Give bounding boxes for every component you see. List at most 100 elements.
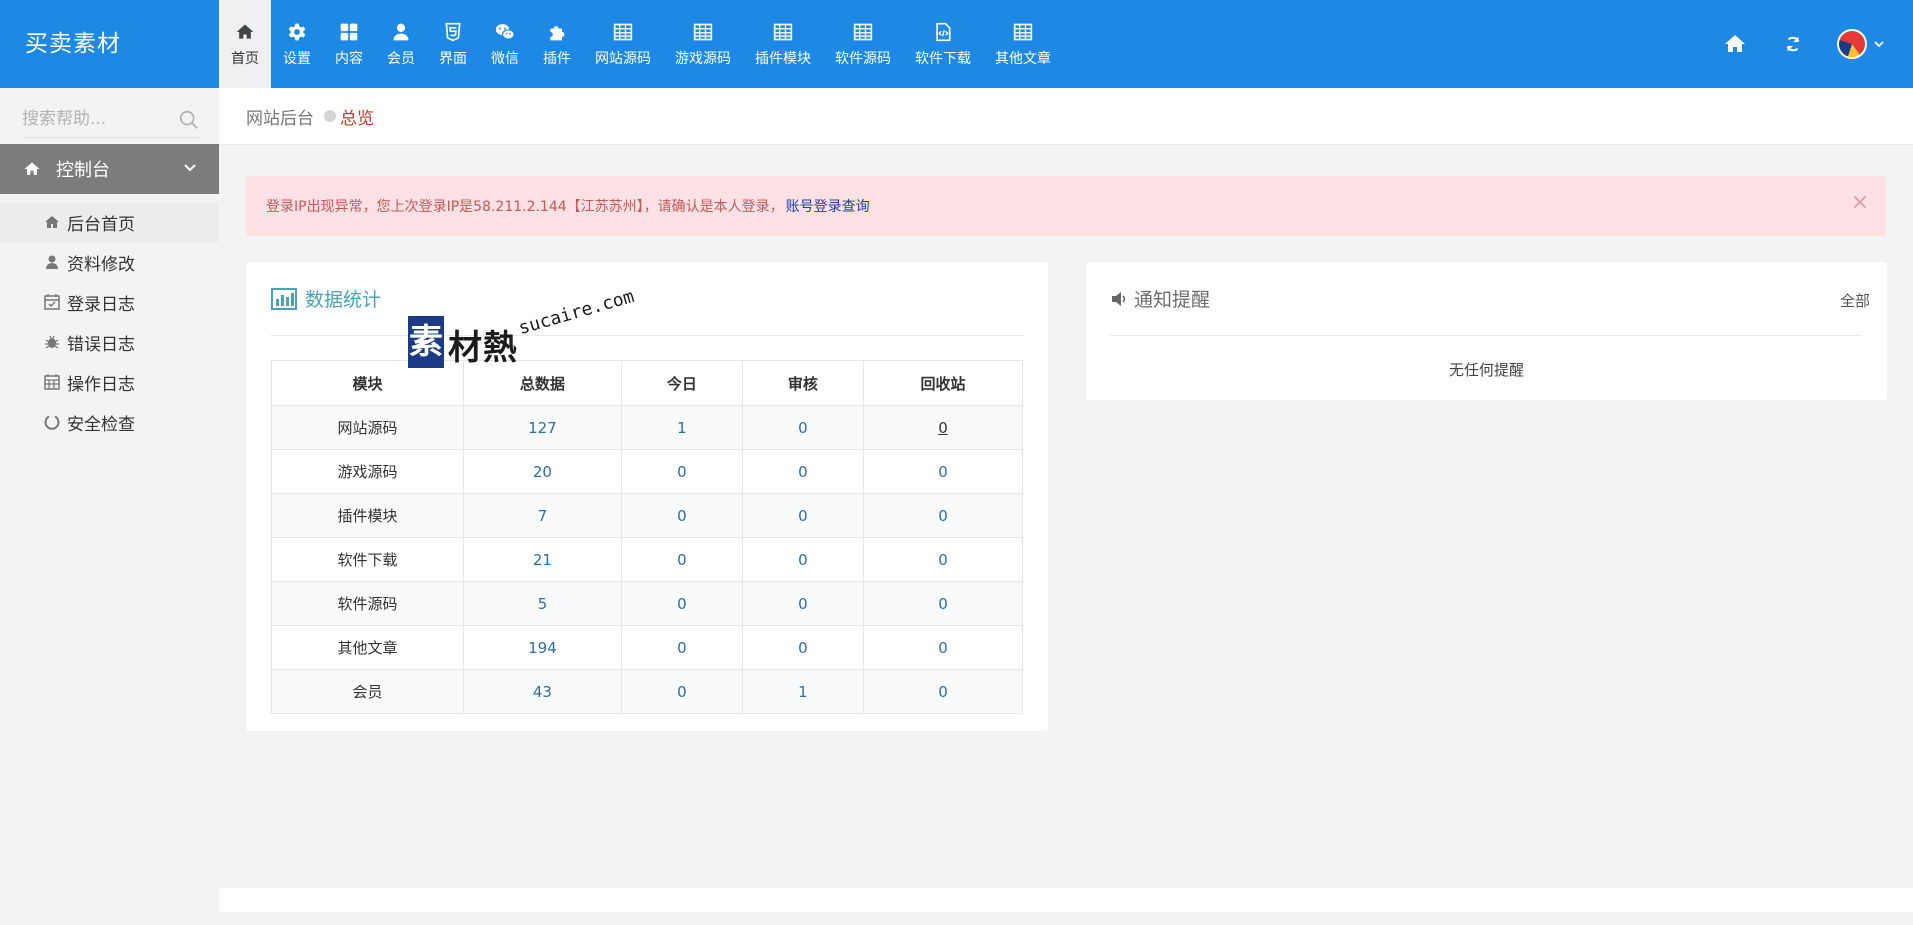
nav-item-label: 游戏源码 <box>675 50 731 67</box>
table-cell[interactable]: 0 <box>862 449 1024 494</box>
close-icon[interactable]: × <box>1851 190 1869 215</box>
sidebar-item-0[interactable]: 后台首页 <box>0 202 219 242</box>
sidebar-item-5[interactable]: 安全检查 <box>0 402 219 442</box>
table-cell[interactable]: 0 <box>620 537 743 582</box>
sidebar-item-label: 错误日志 <box>67 334 135 355</box>
table-cell[interactable]: 0 <box>620 625 743 670</box>
nav-item-11[interactable]: 软件下载 <box>903 0 983 88</box>
table-cell: 软件源码 <box>270 581 465 626</box>
nav-item-label: 首页 <box>231 50 259 67</box>
watermark-logo: 素 材熱 sucaire.com <box>408 286 658 376</box>
home-icon <box>234 21 256 43</box>
nav-item-label: 设置 <box>283 50 311 67</box>
table-cell[interactable]: 5 <box>463 581 622 626</box>
view-all-link[interactable]: 全部 <box>1840 290 1870 311</box>
nav-item-2[interactable]: 内容 <box>323 0 375 88</box>
recycle-count-link[interactable]: 0 <box>938 419 948 437</box>
app-title[interactable]: 买卖素材 <box>0 0 219 88</box>
table-icon <box>852 21 874 43</box>
nav-item-10[interactable]: 软件源码 <box>823 0 903 88</box>
table-cell[interactable]: 43 <box>463 669 622 714</box>
search-input[interactable] <box>22 108 172 129</box>
watermark-block: 素 <box>408 316 444 368</box>
table-cell[interactable]: 127 <box>463 405 622 450</box>
stats-panel-title: 数据统计 <box>305 289 382 311</box>
table-cell[interactable]: 0 <box>862 625 1024 670</box>
user-menu[interactable] <box>1837 29 1885 59</box>
grid-icon <box>338 21 360 43</box>
chevron-down-icon <box>184 164 196 172</box>
notice-empty: 无任何提醒 <box>1448 361 1524 379</box>
nav-item-12[interactable]: 其他文章 <box>983 0 1063 88</box>
bar-chart-icon <box>271 287 297 310</box>
breadcrumb: 网站后台 总览 <box>219 88 1913 145</box>
table-row: 会员 43 0 1 0 <box>270 669 1024 714</box>
sidebar-item-label: 登录日志 <box>67 294 135 315</box>
table-cell: 会员 <box>270 669 465 714</box>
breadcrumb-current: 总览 <box>340 108 374 129</box>
home-icon <box>44 214 60 230</box>
sidebar-item-2[interactable]: 登录日志 <box>0 282 219 322</box>
sidebar-item-label: 操作日志 <box>67 374 135 395</box>
nav-item-8[interactable]: 游戏源码 <box>663 0 743 88</box>
footer <box>219 888 1913 912</box>
table-cell[interactable]: 0 <box>620 449 743 494</box>
nav-item-6[interactable]: 插件 <box>531 0 583 88</box>
table-cell[interactable]: 0 <box>741 625 864 670</box>
watermark-zh: 材熱 <box>448 328 518 368</box>
table-cell[interactable]: 0 <box>862 669 1024 714</box>
table-cell: 插件模块 <box>270 493 465 538</box>
table-cell[interactable]: 0 <box>741 493 864 538</box>
column-header: 回收站 <box>862 360 1024 406</box>
alert-message: 登录IP出现异常，您上次登录IP是58.211.2.144【江苏苏州】，请确认是… <box>266 199 784 215</box>
sidebar: 控制台 后台首页资料修改登录日志错误日志操作日志安全检查 <box>0 88 219 925</box>
search-icon[interactable] <box>178 109 200 131</box>
table-cell[interactable]: 7 <box>463 493 622 538</box>
table-cell[interactable]: 0 <box>741 537 864 582</box>
table-cell[interactable]: 0 <box>862 405 1024 450</box>
nav-item-9[interactable]: 插件模块 <box>743 0 823 88</box>
sidebar-item-4[interactable]: 操作日志 <box>0 362 219 402</box>
sidebar-item-1[interactable]: 资料修改 <box>0 242 219 282</box>
nav-item-5[interactable]: 微信 <box>479 0 531 88</box>
html5-icon <box>442 21 464 43</box>
nav-item-3[interactable]: 会员 <box>375 0 427 88</box>
sidebar-item-3[interactable]: 错误日志 <box>0 322 219 362</box>
table-cell[interactable]: 0 <box>741 581 864 626</box>
wechat-icon <box>494 21 516 43</box>
table-cell[interactable]: 0 <box>620 669 743 714</box>
console-label: 控制台 <box>56 160 110 181</box>
table-cell[interactable]: 0 <box>862 493 1024 538</box>
table-cell[interactable]: 0 <box>620 493 743 538</box>
table-row: 软件源码 5 0 0 0 <box>270 581 1024 626</box>
nav-item-label: 网站源码 <box>595 50 651 67</box>
table-cell[interactable]: 194 <box>463 625 622 670</box>
table-cell[interactable]: 0 <box>741 449 864 494</box>
table-icon <box>692 21 714 43</box>
nav-item-4[interactable]: 界面 <box>427 0 479 88</box>
stats-table: 模块 总数据 今日 审核 回收站 网站源码 127 1 0 0 游戏源码 20 0 0 0 插件模块 7 0 0 0… <box>270 360 1024 714</box>
nav-item-label: 软件源码 <box>835 50 891 67</box>
table-cell[interactable]: 20 <box>463 449 622 494</box>
table-cell[interactable]: 0 <box>862 537 1024 582</box>
home-icon[interactable] <box>1721 30 1749 58</box>
nav-item-7[interactable]: 网站源码 <box>583 0 663 88</box>
nav-item-label: 微信 <box>491 50 519 67</box>
refresh-icon[interactable] <box>1779 30 1807 58</box>
table-cell[interactable]: 1 <box>620 405 743 450</box>
table-row: 软件下载 21 0 0 0 <box>270 537 1024 582</box>
table-cell[interactable]: 1 <box>741 669 864 714</box>
table-icon <box>1012 21 1034 43</box>
main-nav: 首页 设置 内容 会员 界面 微信 插件 网站源码 游戏源码 插件模块 软件源码 软件下载 其他文章 <box>219 0 1063 88</box>
nav-item-1[interactable]: 设置 <box>271 0 323 88</box>
breadcrumb-root[interactable]: 网站后台 <box>246 104 314 129</box>
login-history-link[interactable]: 账号登录查询 <box>786 196 870 216</box>
nav-item-0[interactable]: 首页 <box>219 0 271 88</box>
table-cell[interactable]: 0 <box>862 581 1024 626</box>
notice-panel-header: 通知提醒 <box>1110 262 1862 336</box>
table-cell[interactable]: 0 <box>620 581 743 626</box>
user-icon <box>390 21 412 43</box>
table-cell[interactable]: 0 <box>741 405 864 450</box>
sidebar-console[interactable]: 控制台 <box>0 144 219 194</box>
table-cell[interactable]: 21 <box>463 537 622 582</box>
